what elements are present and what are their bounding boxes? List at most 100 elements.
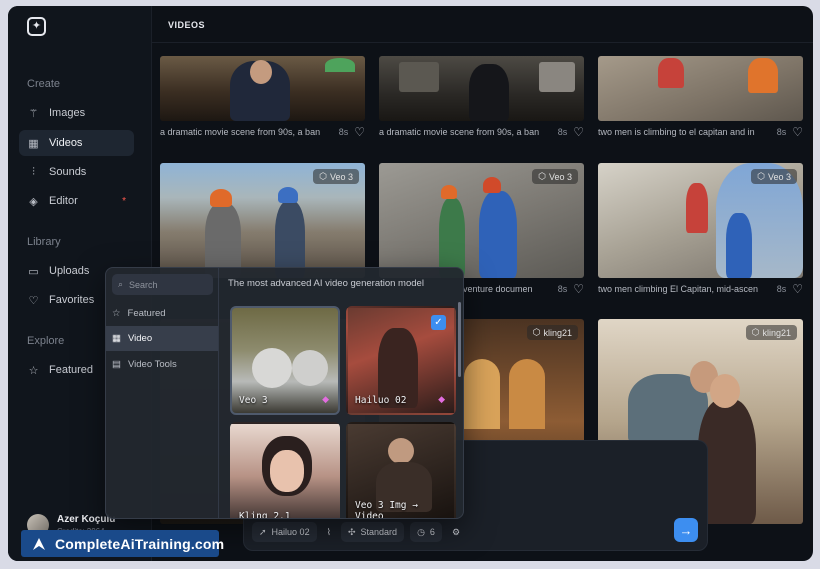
search-input[interactable]: ⌕ Search bbox=[112, 274, 213, 295]
model-option-veo3[interactable]: Veo 3 ◆ bbox=[230, 306, 340, 415]
quality-selector-chip[interactable]: ✣ Standard bbox=[340, 522, 405, 542]
clapperboard-icon: ▤ bbox=[112, 359, 121, 370]
sidebar-section-create: Create bbox=[27, 78, 61, 90]
video-thumbnail[interactable] bbox=[379, 56, 584, 121]
duration-selector-chip[interactable]: ◷ 6 bbox=[410, 522, 442, 542]
star-icon: ☆ bbox=[28, 364, 39, 377]
sidebar-item-images[interactable]: ⚚ Images bbox=[19, 100, 134, 126]
video-caption: a dramatic movie scene from 90s, a ban bbox=[379, 127, 540, 137]
popup-menu-featured[interactable]: ☆ Featured bbox=[106, 301, 218, 326]
header-divider bbox=[152, 42, 813, 43]
cube-icon: ⬡ bbox=[751, 327, 760, 337]
sidebar-item-label: Favorites bbox=[49, 294, 95, 306]
video-card[interactable]: ⬡ Veo 3 bbox=[160, 163, 365, 278]
page-title: VIDEOS bbox=[168, 20, 206, 30]
video-caption: a dramatic movie scene from 90s, a ban bbox=[160, 127, 321, 137]
cube-icon: ⬡ bbox=[532, 327, 541, 337]
model-badge: ⬡ kling21 bbox=[526, 325, 578, 340]
video-duration: 8s bbox=[557, 284, 568, 294]
video-thumbnail[interactable]: ⬡ Veo 3 bbox=[379, 163, 584, 278]
model-badge: ⬡ kling21 bbox=[745, 325, 797, 340]
sidebar-item-label: Images bbox=[49, 107, 86, 119]
search-icon: ⌕ bbox=[118, 279, 124, 289]
sidebar-item-sounds[interactable]: ⫶ Sounds bbox=[19, 159, 134, 185]
popup-menu-label: Featured bbox=[127, 308, 166, 319]
attach-button[interactable]: ⌇ bbox=[323, 522, 335, 542]
video-thumbnail[interactable]: ⬡ Veo 3 bbox=[160, 163, 365, 278]
model-chip-label: Hailuo 02 bbox=[271, 527, 310, 537]
layers-icon: ◈ bbox=[29, 195, 38, 208]
model-badge-label: Veo 3 bbox=[548, 171, 572, 182]
video-card[interactable]: a dramatic movie scene from 90s, a ban 8… bbox=[379, 56, 584, 143]
sidebar-section-library: Library bbox=[27, 236, 61, 248]
cube-icon: ⬡ bbox=[538, 171, 546, 181]
model-badge: ⬡ Veo 3 bbox=[751, 169, 797, 184]
clock-icon: ◷ bbox=[417, 526, 425, 537]
model-name: Veo 3 Img → Video bbox=[355, 500, 418, 519]
sidebar-item-label: Editor bbox=[49, 195, 78, 207]
diamond-icon: ◆ bbox=[322, 394, 329, 404]
magic-wand-icon: ⚚ bbox=[28, 107, 39, 120]
model-name: Hailuo 02 bbox=[355, 395, 407, 406]
video-duration: 8s bbox=[776, 284, 787, 294]
video-thumbnail[interactable] bbox=[160, 56, 365, 121]
new-indicator-dot: * bbox=[122, 195, 126, 207]
model-badge-label: kling21 bbox=[762, 327, 791, 338]
sidebar-item-label: Videos bbox=[49, 137, 83, 149]
model-badge: ⬡ Veo 3 bbox=[532, 169, 578, 184]
sidebar-item-videos[interactable]: ▦ Videos bbox=[19, 130, 134, 156]
video-caption: two men is climbing to el capitan and in bbox=[598, 127, 755, 137]
send-button[interactable]: → bbox=[674, 518, 698, 542]
heart-icon[interactable]: ♡ bbox=[792, 125, 803, 139]
sparkle-icon: ✣ bbox=[347, 526, 356, 537]
sidebar-item-label: Featured bbox=[49, 364, 94, 376]
gear-icon: ⚙ bbox=[451, 526, 461, 537]
film-icon: ▦ bbox=[112, 333, 121, 344]
popup-sidebar: ⌕ Search ☆ Featured ▦ Video ▤ Video Tool… bbox=[106, 268, 219, 518]
duration-chip-label: 6 bbox=[429, 527, 435, 537]
video-thumbnail[interactable]: ⬡ Veo 3 bbox=[598, 163, 803, 278]
video-thumbnail[interactable] bbox=[598, 56, 803, 121]
video-caption: two men climbing El Capitan, mid-ascen bbox=[598, 284, 759, 294]
sidebar-item-editor[interactable]: ◈ Editor * bbox=[19, 188, 134, 214]
folder-icon: ▭ bbox=[28, 265, 39, 278]
heart-icon[interactable]: ♡ bbox=[354, 125, 365, 139]
watermark: CompleteAiTraining.com bbox=[21, 530, 224, 557]
popup-scrollbar[interactable] bbox=[458, 302, 461, 377]
sidebar-item-label: Sounds bbox=[49, 166, 87, 178]
checkmark-icon: ✓ bbox=[431, 315, 446, 330]
model-option-hailuo-02[interactable]: ✓ Hailuo 02 ◆ bbox=[346, 306, 456, 415]
popup-heading: The most advanced AI video generation mo… bbox=[228, 278, 424, 289]
star-icon: ☆ bbox=[112, 308, 121, 319]
sidebar-section-explore: Explore bbox=[27, 335, 65, 347]
search-placeholder: Search bbox=[129, 279, 158, 290]
model-selector-popup: ⌕ Search ☆ Featured ▦ Video ▤ Video Tool… bbox=[105, 267, 464, 519]
model-badge-label: Veo 3 bbox=[767, 171, 791, 182]
watermark-logo-icon bbox=[31, 536, 47, 552]
heart-icon[interactable]: ♡ bbox=[573, 125, 584, 139]
video-duration: 8s bbox=[776, 127, 787, 137]
quality-chip-label: Standard bbox=[360, 527, 398, 537]
video-card[interactable]: a dramatic movie scene from 90s, a ban 8… bbox=[160, 56, 365, 143]
watermark-text: CompleteAiTraining.com bbox=[55, 535, 225, 552]
video-card[interactable]: two men is climbing to el capitan and in… bbox=[598, 56, 803, 143]
model-name: Kling 2.1 bbox=[239, 511, 291, 519]
app-logo-icon[interactable]: ✦ bbox=[27, 17, 46, 36]
heart-icon[interactable]: ♡ bbox=[573, 282, 584, 296]
video-duration: 8s bbox=[338, 127, 349, 137]
video-duration: 8s bbox=[557, 127, 568, 137]
model-option-kling-21[interactable]: Kling 2.1 bbox=[230, 422, 340, 519]
model-selector-chip[interactable]: ➚ Hailuo 02 bbox=[252, 522, 317, 542]
settings-button[interactable]: ⚙ bbox=[448, 522, 464, 542]
diamond-icon: ◆ bbox=[438, 394, 445, 404]
heart-icon[interactable]: ♡ bbox=[792, 282, 803, 296]
model-badge-label: kling21 bbox=[543, 327, 572, 338]
popup-menu-label: Video bbox=[127, 333, 153, 344]
popup-menu-video[interactable]: ▦ Video bbox=[106, 326, 218, 351]
prompt-toolbar: ➚ Hailuo 02 ⌇ ✣ Standard ◷ 6 ⚙ bbox=[252, 522, 464, 542]
send-arrow-icon: ➚ bbox=[259, 526, 267, 537]
popup-menu-label: Video Tools bbox=[127, 359, 177, 370]
model-option-veo3-img-video[interactable]: Veo 3 Img → Video bbox=[346, 422, 456, 519]
video-card[interactable]: ⬡ Veo 3 two men climbing El Capitan, mid-… bbox=[598, 163, 803, 300]
popup-menu-video-tools[interactable]: ▤ Video Tools bbox=[106, 352, 218, 377]
